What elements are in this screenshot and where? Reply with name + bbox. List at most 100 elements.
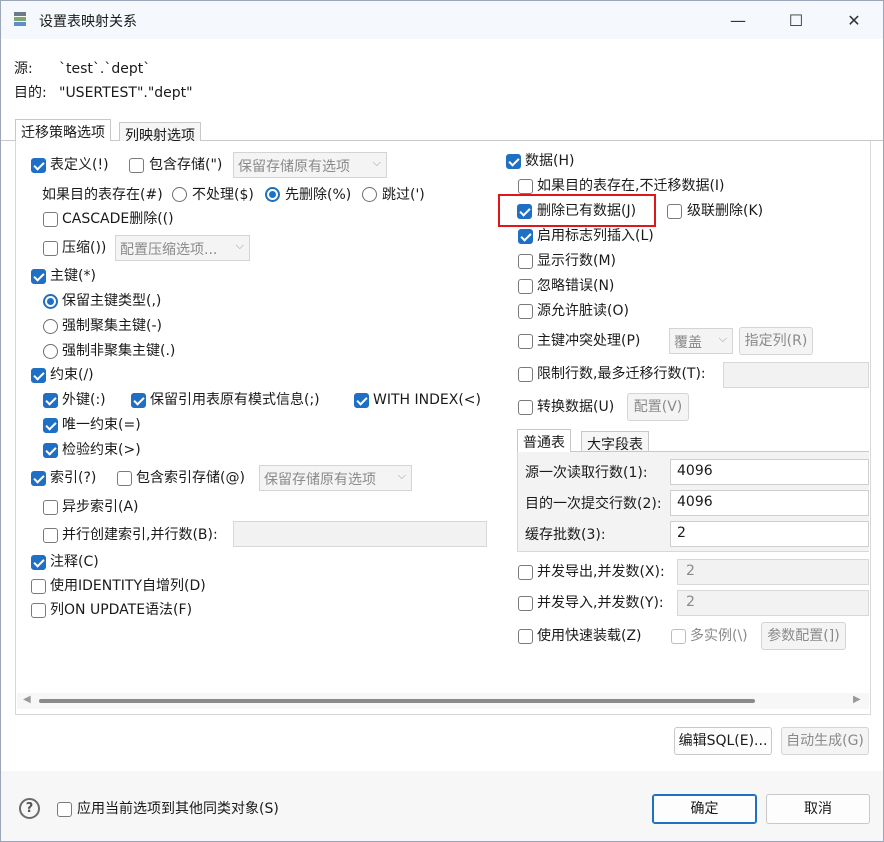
chevron-down-icon: ⌵ — [235, 239, 244, 252]
read-rows-input[interactable]: 4096 — [670, 459, 869, 485]
auto-generate-button[interactable]: 自动生成(G) — [781, 727, 869, 755]
fast-load-checkbox[interactable] — [518, 629, 533, 644]
delete-existing-checkbox[interactable] — [517, 204, 532, 219]
include-storage-label: 包含存储(") — [149, 157, 223, 173]
check-constraint-checkbox[interactable] — [43, 443, 58, 458]
help-icon[interactable]: ? — [19, 798, 40, 819]
minimize-button[interactable]: — — [715, 1, 761, 39]
parallel-index-input[interactable] — [233, 521, 487, 547]
ignore-errors-checkbox[interactable] — [518, 279, 533, 294]
cascade-delete-label: 级联删除(K) — [687, 203, 764, 219]
identity-checkbox[interactable] — [31, 579, 46, 594]
close-button[interactable]: ✕ — [831, 1, 877, 39]
subtab-large-field[interactable]: 大字段表 — [581, 431, 649, 453]
show-rows-checkbox[interactable] — [518, 254, 533, 269]
limit-rows-input[interactable] — [723, 362, 869, 388]
multi-instance-checkbox[interactable] — [671, 629, 686, 644]
ignore-errors-label: 忽略错误(N) — [537, 278, 615, 294]
keep-ref-schema-checkbox[interactable] — [131, 393, 146, 408]
index-storage-option-select[interactable]: 保留存储原有选项 ⌵ — [259, 465, 412, 491]
parallel-index-checkbox[interactable] — [43, 528, 58, 543]
chevron-down-icon: ⌵ — [397, 469, 406, 482]
apply-all-label: 应用当前选项到其他同类对象(S) — [77, 801, 279, 817]
source-value: `test`.`dept` — [59, 61, 151, 77]
if-exists-label: 如果目的表存在(#) — [42, 187, 163, 203]
parallel-import-label: 并发导入,并发数(Y): — [537, 595, 664, 611]
comment-checkbox[interactable] — [31, 555, 46, 570]
scroll-left-icon[interactable]: ◀ — [23, 694, 31, 705]
parallel-import-input[interactable]: 2 — [677, 590, 869, 616]
index-label: 索引(?) — [50, 470, 97, 486]
radio-pk-clustered[interactable] — [43, 319, 58, 334]
table-icon — [14, 12, 26, 26]
convert-data-checkbox[interactable] — [518, 400, 533, 415]
scrollbar-thumb[interactable] — [39, 699, 755, 703]
radio-none[interactable] — [172, 187, 187, 202]
storage-option-select[interactable]: 保留存储原有选项 ⌵ — [233, 152, 387, 178]
radio-pk-keep[interactable] — [43, 294, 58, 309]
cancel-button[interactable]: 取消 — [766, 794, 870, 824]
cascade-delete-checkbox[interactable] — [667, 204, 682, 219]
minimize-icon: — — [730, 10, 746, 30]
chevron-down-icon: ⌵ — [718, 332, 727, 345]
batch-input[interactable]: 2 — [670, 521, 869, 547]
scroll-right-icon[interactable]: ▶ — [853, 694, 861, 705]
maximize-button[interactable]: ☐ — [773, 1, 819, 39]
horizontal-scrollbar[interactable]: ◀ ▶ — [17, 693, 869, 709]
parallel-index-label: 并行创建索引,并行数(B): — [62, 527, 218, 543]
show-rows-label: 显示行数(M) — [537, 253, 617, 269]
radio-pk-nonclustered[interactable] — [43, 344, 58, 359]
specify-columns-button[interactable]: 指定列(R) — [739, 327, 813, 355]
no-migrate-label: 如果目的表存在,不迁移数据(I) — [537, 178, 725, 194]
radio-skip[interactable] — [362, 187, 377, 202]
foreign-key-label: 外键(:) — [62, 392, 106, 408]
no-migrate-checkbox[interactable] — [518, 179, 533, 194]
data-checkbox[interactable] — [506, 154, 521, 169]
keep-ref-schema-label: 保留引用表原有模式信息(;) — [150, 392, 320, 408]
subtab-normal[interactable]: 普通表 — [517, 429, 571, 452]
primary-key-label: 主键(*) — [50, 268, 96, 284]
foreign-key-checkbox[interactable] — [43, 393, 58, 408]
chevron-down-icon: ⌵ — [372, 156, 381, 169]
tab-column-mapping[interactable]: 列映射选项 — [119, 122, 201, 144]
table-def-checkbox[interactable] — [31, 158, 46, 173]
edit-sql-button[interactable]: 编辑SQL(E)... — [674, 727, 772, 755]
include-storage-checkbox[interactable] — [129, 158, 144, 173]
include-index-storage-checkbox[interactable] — [117, 471, 132, 486]
radio-drop-label: 先删除(%) — [285, 187, 352, 203]
tab-migration-strategy[interactable]: 迁移策略选项 — [15, 119, 111, 141]
with-index-checkbox[interactable] — [354, 393, 369, 408]
param-config-button[interactable]: 参数配置(]) — [761, 622, 846, 650]
pk-clustered-label: 强制聚集主键(-) — [62, 318, 162, 334]
target-value: "USERTEST"."dept" — [59, 85, 193, 101]
radio-drop-first[interactable] — [265, 187, 280, 202]
parallel-export-checkbox[interactable] — [518, 565, 533, 580]
dirty-read-checkbox[interactable] — [518, 304, 533, 319]
commit-rows-label: 目的一次提交行数(2): — [525, 496, 662, 512]
delete-existing-label: 删除已有数据(J) — [537, 203, 637, 219]
cascade-checkbox[interactable] — [43, 212, 58, 227]
compress-option-select[interactable]: 配置压缩选项... ⌵ — [115, 235, 250, 261]
configure-button[interactable]: 配置(V) — [627, 393, 689, 421]
parallel-export-input[interactable]: 2 — [677, 559, 869, 585]
unique-checkbox[interactable] — [43, 418, 58, 433]
on-update-checkbox[interactable] — [31, 603, 46, 618]
parallel-import-checkbox[interactable] — [518, 596, 533, 611]
limit-rows-checkbox[interactable] — [518, 367, 533, 382]
constraint-checkbox[interactable] — [31, 368, 46, 383]
async-index-label: 异步索引(A) — [62, 499, 139, 515]
pk-conflict-checkbox[interactable] — [518, 334, 533, 349]
pk-conflict-select[interactable]: 覆盖 ⌵ — [669, 328, 733, 354]
async-index-checkbox[interactable] — [43, 500, 58, 515]
convert-data-label: 转换数据(U) — [537, 399, 615, 415]
index-checkbox[interactable] — [31, 471, 46, 486]
ok-button[interactable]: 确定 — [652, 794, 757, 824]
identity-insert-checkbox[interactable] — [518, 229, 533, 244]
unique-label: 唯一约束(=) — [62, 417, 141, 433]
commit-rows-input[interactable]: 4096 — [670, 490, 869, 516]
target-label: 目的: — [14, 85, 47, 101]
apply-all-checkbox[interactable] — [57, 802, 72, 817]
compress-checkbox[interactable] — [43, 241, 58, 256]
pk-keep-label: 保留主键类型(,) — [62, 293, 162, 309]
primary-key-checkbox[interactable] — [31, 269, 46, 284]
